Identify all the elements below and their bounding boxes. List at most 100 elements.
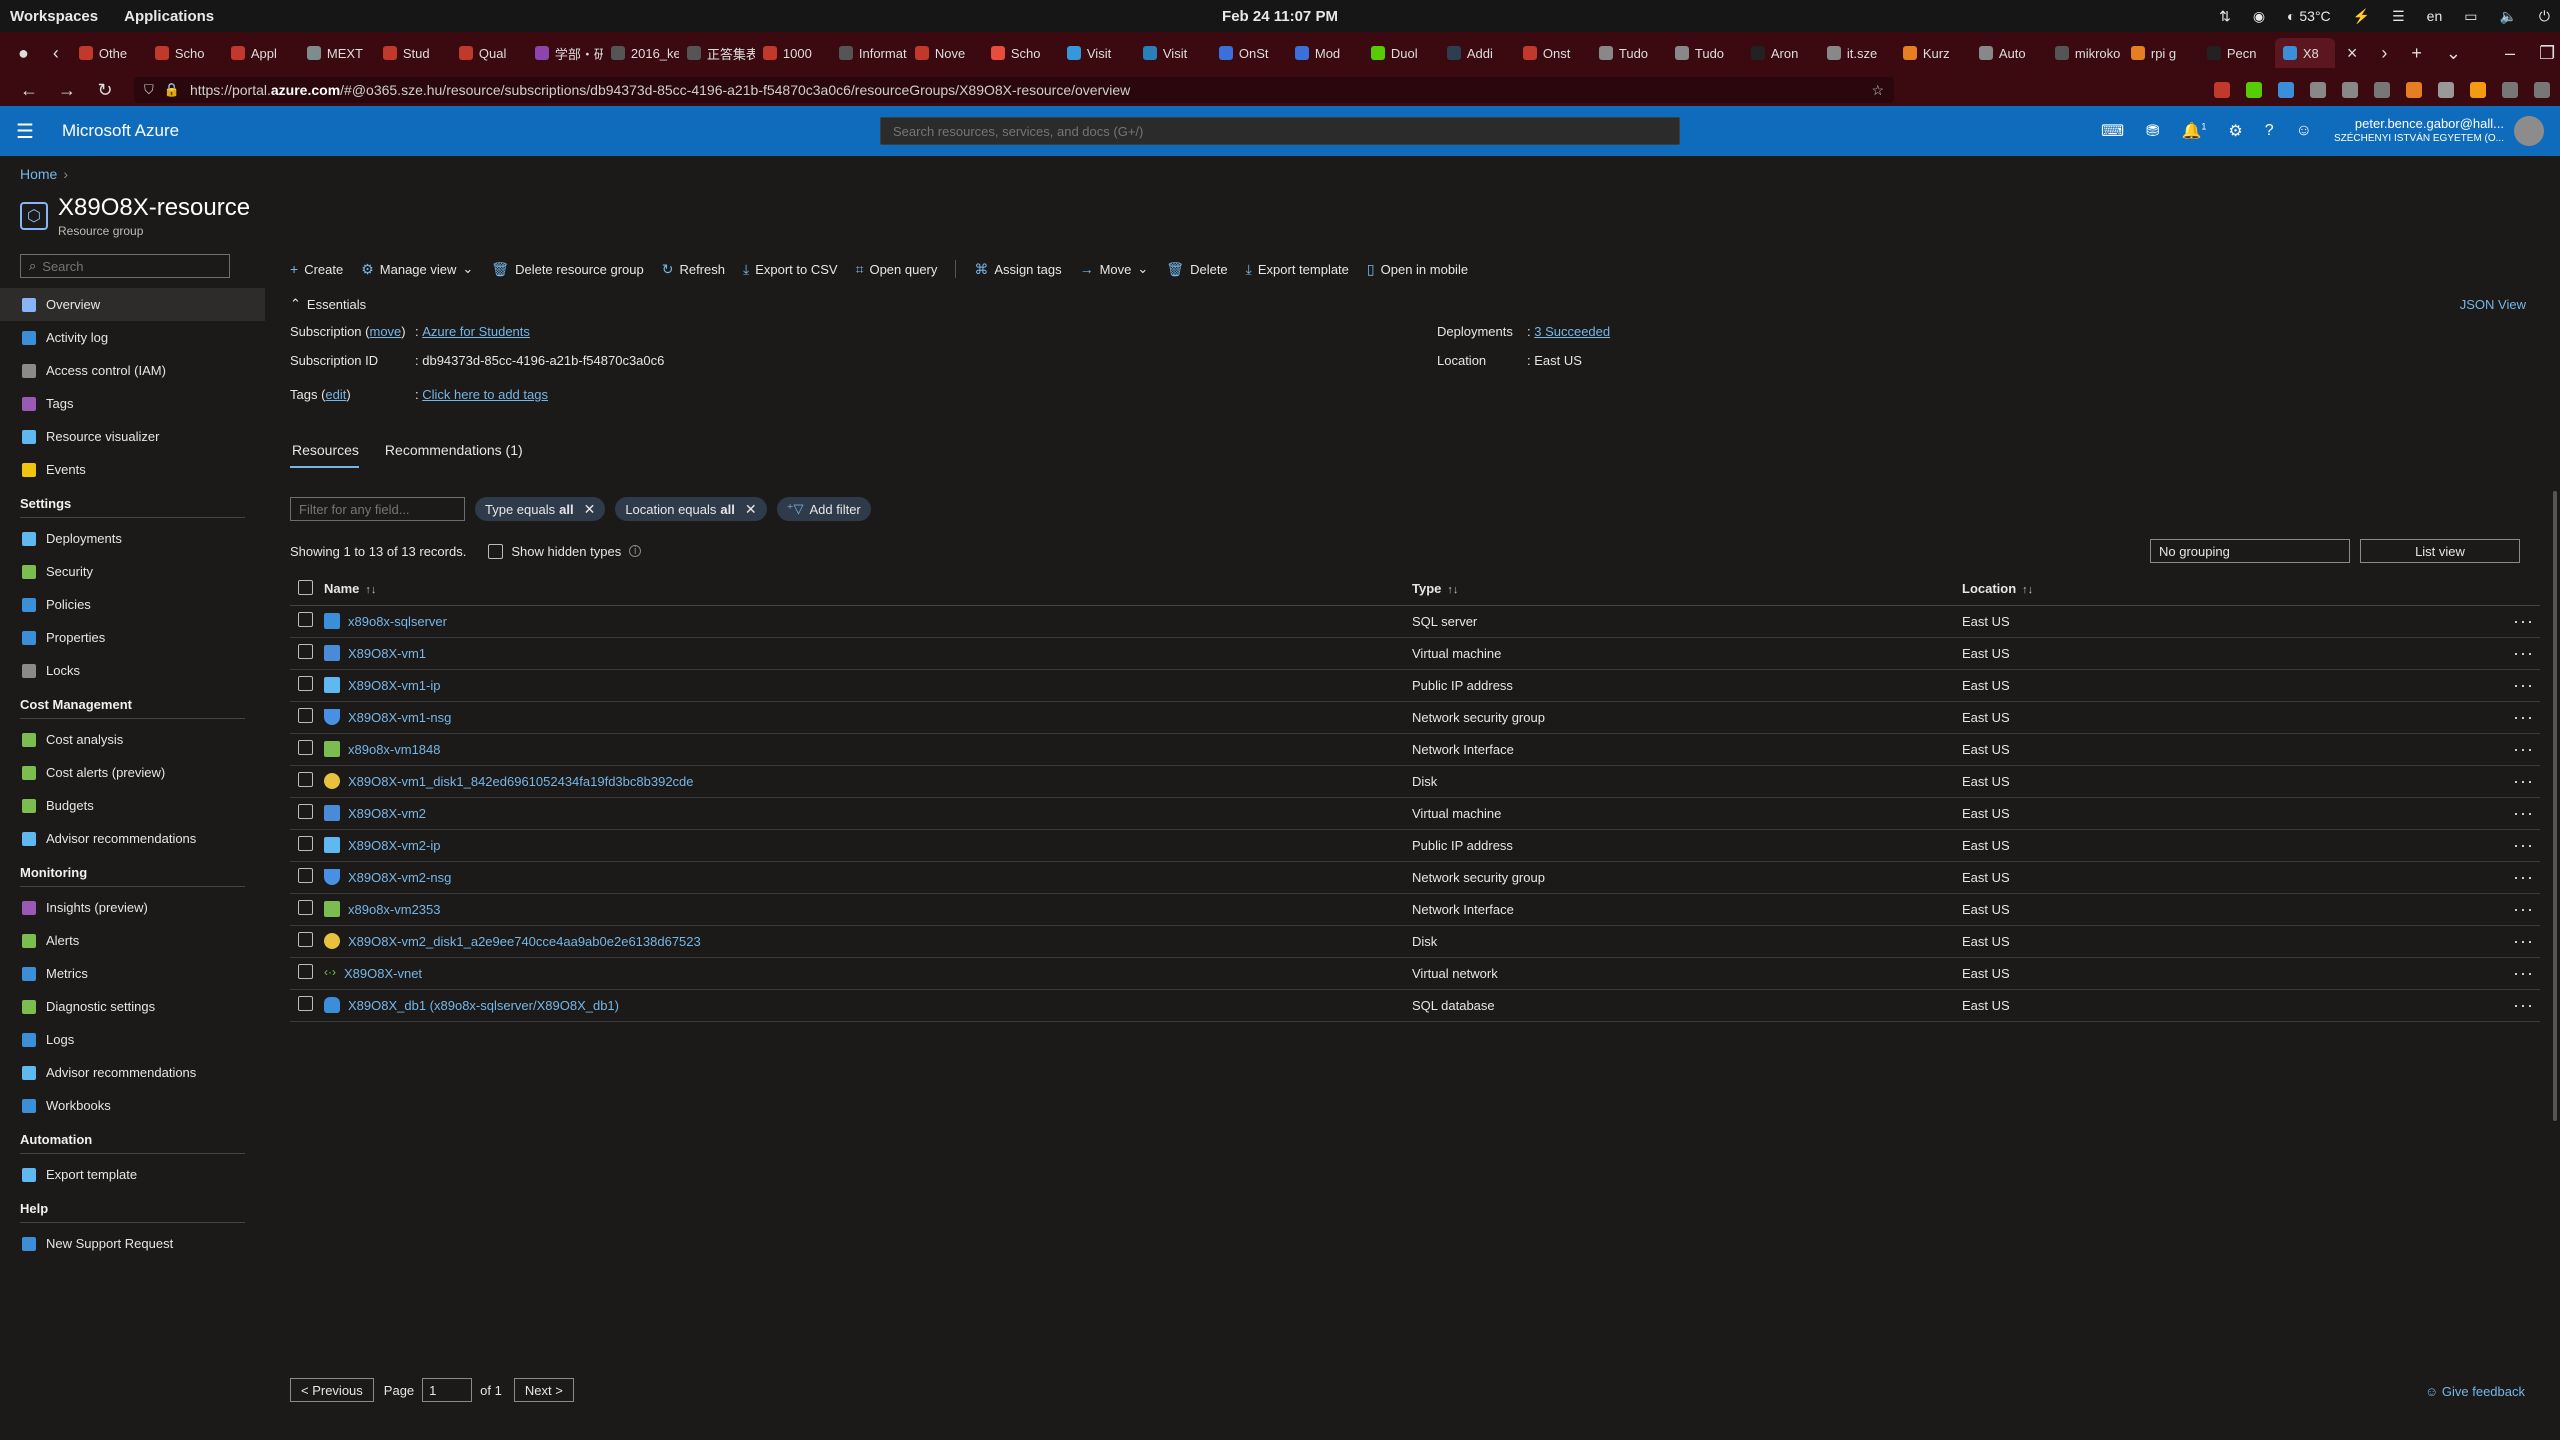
browser-tab[interactable]: MEXT xyxy=(299,38,375,68)
previous-button[interactable]: < Previous xyxy=(290,1378,374,1402)
extension-icon[interactable] xyxy=(2246,82,2262,98)
puzzle-icon[interactable] xyxy=(2502,82,2518,98)
tab-resources[interactable]: Resources xyxy=(290,442,359,468)
browser-tab[interactable]: 正答集表 xyxy=(679,38,755,68)
sidebar-item-resource-visualizer[interactable]: Resource visualizer xyxy=(0,420,265,453)
browser-tab[interactable]: Nove xyxy=(907,38,983,68)
global-search[interactable] xyxy=(880,117,1680,145)
breadcrumb-home[interactable]: Home xyxy=(20,166,57,182)
table-row[interactable]: X89O8X-vm1-ip Public IP address East US ··· xyxy=(290,669,2540,702)
sidebar-item-workbooks[interactable]: Workbooks xyxy=(0,1089,265,1122)
feedback-icon[interactable]: ☺ xyxy=(2296,122,2312,140)
restore-button[interactable]: ❐ xyxy=(2527,43,2560,64)
table-row[interactable]: X89O8X-vm2_disk1_a2e9ee740cce4aa9ab0e2e6… xyxy=(290,925,2540,958)
location-filter-pill[interactable]: Location equals all ✕ xyxy=(615,497,767,521)
resource-link[interactable]: X89O8X-vm2_disk1_a2e9ee740cce4aa9ab0e2e6… xyxy=(348,934,701,949)
deployments-link[interactable]: 3 Succeeded xyxy=(1534,324,1610,339)
resource-link[interactable]: X89O8X-vm2-nsg xyxy=(348,870,451,885)
add-filter-button[interactable]: ⁺▽ Add filter xyxy=(776,497,871,521)
grouping-dropdown[interactable]: No grouping xyxy=(2150,539,2350,563)
close-icon[interactable]: ✕ xyxy=(745,501,757,518)
table-row[interactable]: X89O8X-vm2-ip Public IP address East US ··· xyxy=(290,829,2540,862)
settings-gear-icon[interactable]: ⚙ xyxy=(2228,121,2242,141)
assign-tags-button[interactable]: ⌘ Assign tags xyxy=(974,261,1061,278)
temperature-indicator[interactable]: ◐ 53°C xyxy=(2287,8,2331,24)
show-hidden-checkbox[interactable] xyxy=(488,543,504,559)
more-actions-icon[interactable]: ··· xyxy=(2492,893,2540,926)
extension-icon[interactable] xyxy=(2310,82,2326,98)
resource-link[interactable]: x89o8x-vm2353 xyxy=(348,902,441,917)
table-row[interactable]: X89O8X-vm2 Virtual machine East US ··· xyxy=(290,797,2540,830)
extension-icon[interactable] xyxy=(2438,82,2454,98)
sidebar-item-diagnostic-settings[interactable]: Diagnostic settings xyxy=(0,990,265,1023)
browser-tab[interactable]: Kurz xyxy=(1895,38,1971,68)
resource-link[interactable]: X89O8X-vm1-nsg xyxy=(348,710,451,725)
export-csv-button[interactable]: ⤓ Export to CSV xyxy=(743,261,838,278)
row-checkbox[interactable] xyxy=(298,900,313,915)
menu-icon[interactable] xyxy=(2534,82,2550,98)
browser-tab[interactable]: OnSt xyxy=(1211,38,1287,68)
bookmark-star-icon[interactable]: ☆ xyxy=(1871,82,1884,99)
language-indicator[interactable]: en xyxy=(2427,8,2443,24)
browser-tab[interactable]: Othe xyxy=(71,38,147,68)
notifications-icon[interactable]: 🔔1 xyxy=(2181,121,2206,141)
browser-tab[interactable]: Pecn xyxy=(2199,38,2275,68)
sidebar-item-export-template[interactable]: Export template xyxy=(0,1158,265,1191)
hamburger-menu-icon[interactable]: ☰ xyxy=(16,119,34,144)
browser-tab[interactable]: rpi g xyxy=(2123,38,2199,68)
volume-icon[interactable]: 🔈 xyxy=(2499,8,2516,25)
firefox-icon[interactable]: ● xyxy=(6,43,41,64)
resource-link[interactable]: x89o8x-sqlserver xyxy=(348,614,447,629)
browser-tab[interactable]: Duol xyxy=(1363,38,1439,68)
more-actions-icon[interactable]: ··· xyxy=(2492,701,2540,734)
browser-tab[interactable]: Addi xyxy=(1439,38,1515,68)
browser-tab[interactable]: Mod xyxy=(1287,38,1363,68)
location-column-header[interactable]: Location ↑↓ xyxy=(1962,573,2492,606)
minimize-button[interactable]: – xyxy=(2493,43,2527,64)
resource-link[interactable]: X89O8X-vnet xyxy=(344,966,422,981)
sidebar-item-overview[interactable]: Overview xyxy=(0,288,265,321)
resource-link[interactable]: X89O8X-vm2 xyxy=(348,806,426,821)
extension-icon[interactable] xyxy=(2342,82,2358,98)
table-row[interactable]: x89o8x-vm1848 Network Interface East US ··· xyxy=(290,733,2540,766)
power-profile-icon[interactable]: ⚡ xyxy=(2353,8,2370,25)
table-row[interactable]: X89O8X-vm1 Virtual machine East US ··· xyxy=(290,637,2540,670)
table-row[interactable]: ‹·› X89O8X-vnet Virtual network East US ··· xyxy=(290,957,2540,990)
sidebar-search-input[interactable] xyxy=(42,258,213,274)
sidebar-item-access-control-iam[interactable]: Access control (IAM) xyxy=(0,354,265,387)
row-checkbox[interactable] xyxy=(298,836,313,851)
sidebar-search[interactable]: ⌕ xyxy=(20,254,230,278)
more-actions-icon[interactable]: ··· xyxy=(2492,989,2540,1022)
more-actions-icon[interactable]: ··· xyxy=(2492,637,2540,670)
shield-icon[interactable]: ⛉ xyxy=(144,82,154,98)
open-in-mobile-button[interactable]: ▯ Open in mobile xyxy=(1367,261,1468,278)
row-checkbox[interactable] xyxy=(298,964,313,979)
table-row[interactable]: X89O8X_db1 (x89o8x-sqlserver/X89O8X_db1)… xyxy=(290,989,2540,1022)
give-feedback-link[interactable]: ☺ Give feedback xyxy=(2425,1384,2525,1399)
more-actions-icon[interactable]: ··· xyxy=(2492,861,2540,894)
row-checkbox[interactable] xyxy=(298,612,313,627)
sidebar-item-cost-analysis[interactable]: Cost analysis xyxy=(0,723,265,756)
move-button[interactable]: → Move ⌄ xyxy=(1080,261,1149,277)
subscription-link[interactable]: Azure for Students xyxy=(422,324,530,339)
browser-tab[interactable]: Visit xyxy=(1135,38,1211,68)
row-checkbox[interactable] xyxy=(298,740,313,755)
json-view-link[interactable]: JSON View xyxy=(2460,297,2526,312)
manage-view-button[interactable]: ⚙ Manage view ⌄ xyxy=(361,261,473,278)
cloud-shell-icon[interactable]: ⌨ xyxy=(2101,121,2124,141)
sidebar-item-activity-log[interactable]: Activity log xyxy=(0,321,265,354)
extension-icon[interactable] xyxy=(2278,82,2294,98)
more-actions-icon[interactable]: ··· xyxy=(2492,733,2540,766)
row-checkbox[interactable] xyxy=(298,676,313,691)
user-account[interactable]: peter.bence.gabor@hall... SZÉCHENYI ISTV… xyxy=(2334,116,2504,146)
browser-tab[interactable]: Tudo xyxy=(1591,38,1667,68)
resource-link[interactable]: X89O8X-vm1 xyxy=(348,646,426,661)
chrome-icon[interactable]: ◉ xyxy=(2253,8,2265,25)
create-button[interactable]: + Create xyxy=(290,261,343,277)
display-icon[interactable]: ▭ xyxy=(2464,8,2477,25)
more-actions-icon[interactable]: ··· xyxy=(2492,829,2540,862)
browser-tab[interactable]: 学部・研 xyxy=(527,38,603,68)
row-checkbox[interactable] xyxy=(298,932,313,947)
table-row[interactable]: X89O8X-vm1-nsg Network security group East… xyxy=(290,701,2540,734)
open-query-button[interactable]: ⌗ Open query xyxy=(856,261,938,278)
